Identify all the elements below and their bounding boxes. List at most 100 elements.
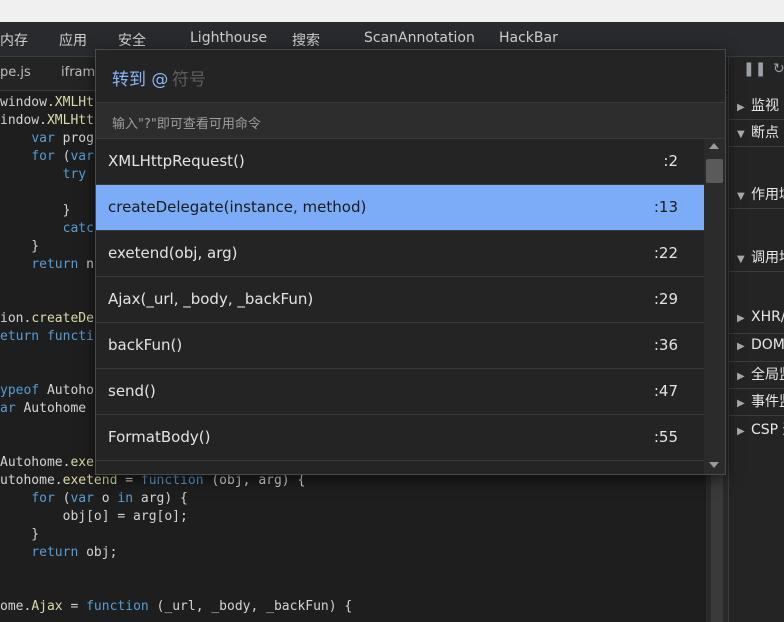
symbol-line-number: :13 xyxy=(653,198,678,216)
code-token: (obj, arg) { xyxy=(203,473,306,488)
code-token: Ajax xyxy=(31,599,63,614)
palette-input[interactable]: 转到 @ 符号 xyxy=(96,50,725,103)
window-top-strip xyxy=(0,0,784,22)
divider xyxy=(729,361,784,362)
expanded-arrow-icon: ▼ xyxy=(737,254,745,265)
code-line: obj[o] = arg[o]; xyxy=(0,508,188,526)
code-token: Autoho xyxy=(39,383,94,398)
sidebar-section[interactable]: ▶ DOM xyxy=(737,337,784,353)
scroll-up-icon[interactable] xyxy=(709,143,719,149)
code-token: (_url, _body, _backFun) { xyxy=(148,599,353,614)
divider xyxy=(729,208,784,209)
symbol-item[interactable] xyxy=(96,461,704,474)
code-token: } xyxy=(0,239,40,254)
divider xyxy=(729,388,784,389)
sidebar-section[interactable]: ▼ 调用堆 xyxy=(737,247,784,267)
code-token: Autohome xyxy=(15,401,87,416)
symbol-name: createDelegate(instance, method) xyxy=(108,198,367,216)
code-line: } xyxy=(0,526,39,544)
symbol-line-number: :47 xyxy=(653,382,678,400)
code-token: } xyxy=(0,203,71,218)
code-token: o xyxy=(93,491,118,506)
code-token: ypeof xyxy=(0,383,40,398)
tab-security[interactable]: 安全 xyxy=(118,30,146,50)
code-line: ypeof Autoho xyxy=(0,382,94,400)
code-token: return xyxy=(31,257,79,272)
sidebar-section[interactable]: ▶ 事件监 xyxy=(737,391,784,411)
code-line: } xyxy=(0,202,71,220)
symbol-item[interactable]: Ajax(_url, _body, _backFun):29 xyxy=(96,277,704,323)
palette-scrollbar-thumb[interactable] xyxy=(706,159,723,183)
code-line: ar Autohome xyxy=(0,400,86,418)
code-line: var progI xyxy=(0,130,101,148)
file-tab[interactable]: ifram xyxy=(61,65,95,80)
symbol-list: XMLHttpRequest():2 createDelegate(instanc… xyxy=(96,139,704,474)
tab-lighthouse[interactable]: Lighthouse xyxy=(190,30,267,46)
palette-scrollbar[interactable] xyxy=(704,139,725,474)
code-token: = xyxy=(62,599,87,614)
code-line: ome.Ajax = function (_url, _body, _backF… xyxy=(0,598,352,616)
symbol-line-number: :36 xyxy=(653,336,678,354)
code-token: obj; xyxy=(78,545,118,560)
collapsed-arrow-icon: ▶ xyxy=(737,102,745,113)
code-token: in xyxy=(117,491,134,506)
code-token: ome. xyxy=(0,599,32,614)
sidebar-section[interactable]: ▼ 作用域 xyxy=(737,184,784,204)
tab-memory[interactable]: 内存 xyxy=(0,30,28,50)
tab-search[interactable]: 搜索 xyxy=(292,30,320,50)
code-line: ion.createDe xyxy=(0,310,94,328)
code-token: r xyxy=(0,185,102,200)
sidebar-section[interactable]: ▼ 断点 xyxy=(737,122,779,142)
tab-hackbar[interactable]: HackBar xyxy=(499,30,558,46)
code-token: ion. xyxy=(0,311,32,326)
tab-scanannotation[interactable]: ScanAnnotation xyxy=(364,30,475,46)
sidebar-section[interactable]: ▶ XHR/ xyxy=(737,309,784,325)
symbol-item[interactable]: FormatBody():55 xyxy=(96,415,704,461)
collapsed-arrow-icon: ▶ xyxy=(737,341,745,352)
code-token: window. xyxy=(0,95,55,110)
symbol-item[interactable]: createDelegate(instance, method) :13 xyxy=(96,185,704,231)
code-token: exe xyxy=(70,455,94,470)
sidebar-section[interactable]: ▶ 监视 xyxy=(737,95,779,115)
divider xyxy=(729,146,784,147)
sidebar-section-label: CSP 违 xyxy=(751,422,784,438)
symbol-item[interactable]: XMLHttpRequest():2 xyxy=(96,139,704,185)
code-token: functi xyxy=(46,329,94,344)
code-token: = xyxy=(117,473,141,488)
sidebar-section[interactable]: ▶ 全局监 xyxy=(737,364,784,384)
symbol-line-number: :55 xyxy=(653,428,678,446)
code-line: try { xyxy=(0,166,102,184)
divider xyxy=(729,271,784,272)
pause-icon[interactable]: ❚❚ xyxy=(743,61,766,77)
code-line: } xyxy=(0,238,39,256)
sidebar-section[interactable]: ▶ CSP 违 xyxy=(737,419,784,439)
code-token: function xyxy=(86,599,149,614)
symbol-line-number: :22 xyxy=(653,244,678,262)
tab-application[interactable]: 应用 xyxy=(59,30,87,50)
code-token: for xyxy=(31,491,55,506)
symbol-item[interactable]: backFun() :36 xyxy=(96,323,704,369)
debugger-sidebar: ❚❚ ↻ ▶ 监视 ▼ 断点 ▼ 作用域 ▼ 调用堆 ▶ XHR/ ▶ DOM ▶ 全局监 ▶ 事件监 ▶ CSP… xyxy=(728,57,784,622)
code-token: var xyxy=(70,149,94,164)
symbol-item[interactable]: send():47 xyxy=(96,369,704,415)
scroll-down-icon[interactable] xyxy=(709,462,719,468)
code-line: for (var xyxy=(0,148,94,166)
step-over-icon[interactable]: ↻ xyxy=(773,61,784,77)
file-tab[interactable]: pe.js xyxy=(0,65,31,80)
divider xyxy=(729,119,784,120)
collapsed-arrow-icon: ▶ xyxy=(737,426,745,437)
sidebar-section-label: 全局监 xyxy=(751,367,784,383)
code-token: ( xyxy=(54,491,71,506)
symbol-line-number: :29 xyxy=(653,290,678,308)
symbol-item[interactable]: exetend(obj, arg):22 xyxy=(96,231,704,277)
palette-prefix: 转到 @ xyxy=(112,70,169,90)
command-palette: 转到 @ 符号 输入"?"即可查看可用命令 XMLHttpRequest():2… xyxy=(95,49,726,475)
symbol-name: backFun() xyxy=(108,336,183,354)
code-token: XMLHt xyxy=(54,95,94,110)
